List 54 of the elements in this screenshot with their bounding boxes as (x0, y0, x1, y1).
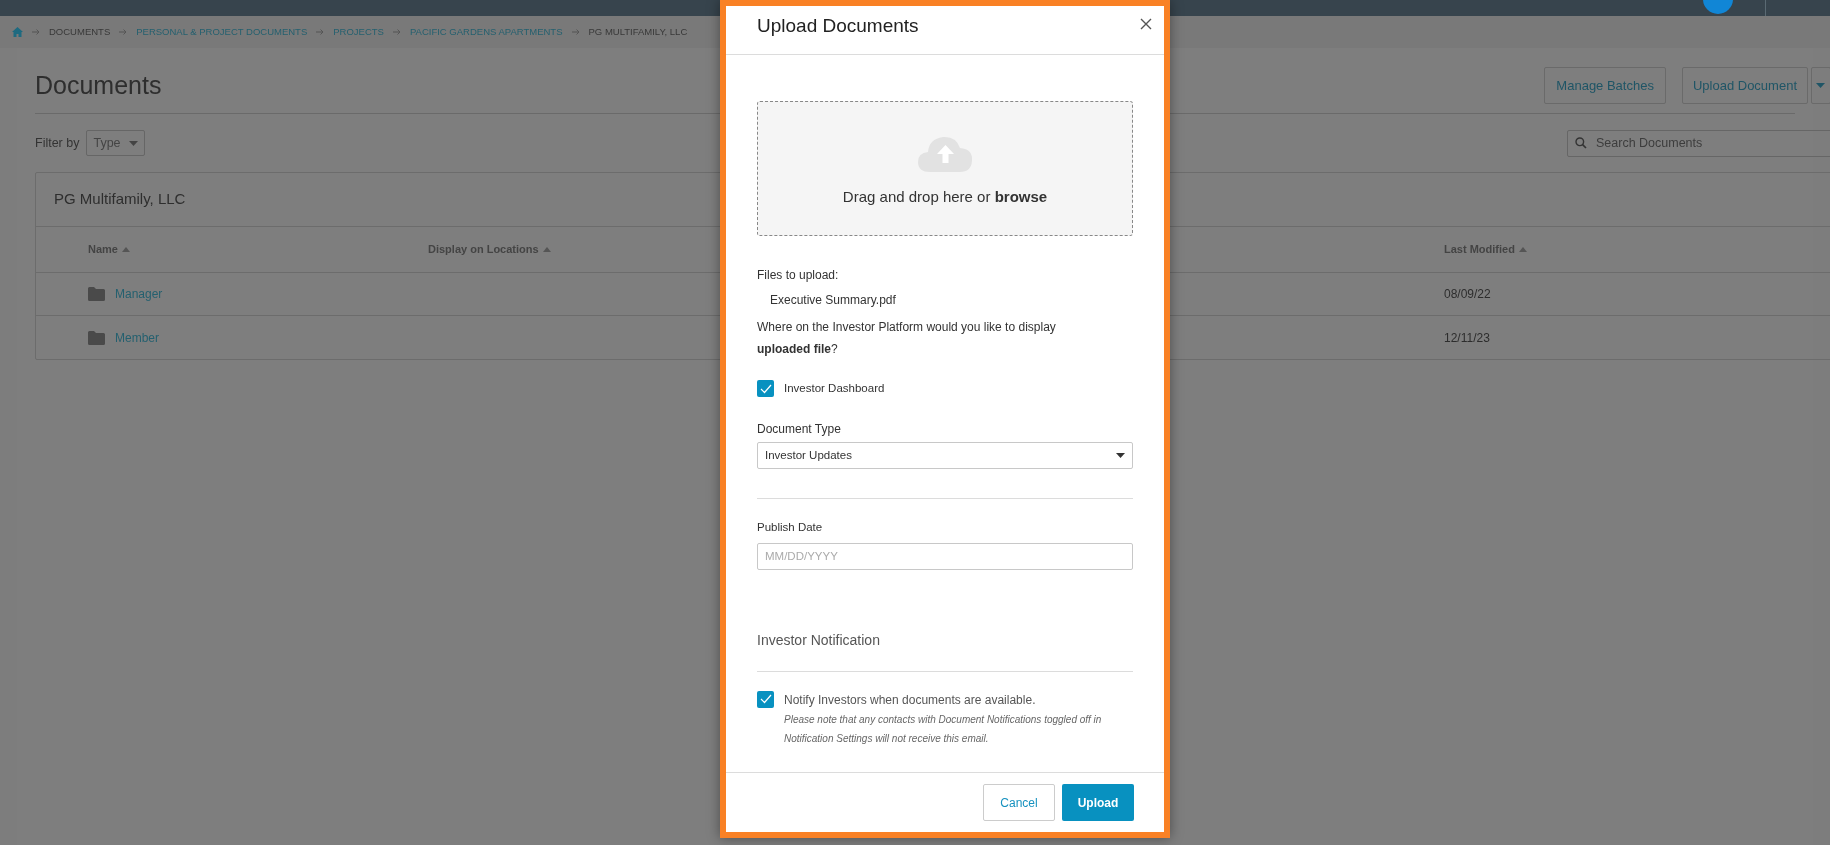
folder-icon (88, 330, 105, 345)
publish-date-field[interactable]: MM/DD/YYYY (757, 542, 1133, 570)
breadcrumb-link[interactable]: PROJECTS (333, 24, 384, 40)
breadcrumb-link[interactable]: PACIFIC GARDENS APARTMENTS (409, 24, 563, 40)
cloud-upload-icon (917, 134, 973, 173)
table-cell-text: 08/09/22 (1444, 286, 1491, 303)
column-header[interactable]: Last Modified (1444, 241, 1515, 258)
folder-link[interactable]: Member (115, 328, 159, 347)
breadcrumb-link[interactable]: PERSONAL & PROJECT DOCUMENTS (136, 24, 308, 40)
file-name: Executive Summary.pdf (769, 292, 897, 309)
caret-icon (128, 140, 138, 146)
type-filter-dropdown[interactable]: Type (86, 130, 145, 156)
folder-link[interactable]: Manager (115, 285, 163, 303)
field-label: Publish Date (757, 520, 824, 536)
checkbox-label: Investor Dashboard (784, 381, 885, 396)
checkbox[interactable] (757, 690, 774, 708)
dialog-title: Upload Documents (757, 14, 919, 38)
checkbox[interactable] (757, 380, 774, 398)
close-icon[interactable] (1140, 18, 1152, 30)
checkbox-label: Notify Investors when documents are available. (784, 691, 1037, 709)
breadcrumb-item: DOCUMENTS (49, 24, 111, 39)
filter-label: Filter by (35, 134, 80, 152)
sort-icon[interactable] (542, 247, 551, 252)
arrow-icon (571, 29, 580, 35)
card-title: PG Multifamily, LLC (54, 189, 186, 210)
document-type-select[interactable]: Investor Updates (757, 442, 1133, 470)
arrow-icon (32, 29, 40, 35)
column-header[interactable]: Name (88, 241, 118, 258)
dropzone[interactable]: Drag and drop here or browse (757, 101, 1133, 236)
table-cell-text: 12/11/23 (1444, 329, 1490, 347)
caret-icon (1816, 83, 1825, 88)
column-header[interactable]: Display on Locations (428, 241, 539, 258)
arrow-icon (392, 29, 401, 35)
page-title: Documents (35, 69, 162, 101)
manage-batches-button[interactable]: Manage Batches (1544, 67, 1666, 104)
search-field[interactable]: Search Documents (1567, 129, 1830, 157)
upload-document-button[interactable]: Upload Document (1681, 67, 1808, 104)
sort-icon[interactable] (121, 247, 130, 252)
files-label: Files to upload: (757, 267, 840, 284)
search-icon (1575, 136, 1587, 149)
upload-button[interactable]: Upload (1062, 784, 1134, 821)
cancel-button[interactable]: Cancel (983, 784, 1055, 821)
dropdown-button[interactable] (1811, 67, 1830, 104)
arrow-icon (316, 29, 325, 35)
field-label: Document Type (757, 421, 842, 439)
caret-icon (1116, 453, 1125, 459)
notification-note: Please note that any contacts with Document Notifications toggled off in Notification Settings will not receive this email. (784, 712, 1103, 746)
dropzone-text: Drag and drop here or browse (842, 186, 1048, 207)
home-icon[interactable] (12, 27, 23, 37)
section-heading: Investor Notification (757, 630, 881, 650)
sort-icon[interactable] (1518, 247, 1527, 252)
arrow-icon (119, 29, 128, 35)
display-question: Where on the Investor Platform would you like to display uploaded file? (757, 319, 1057, 358)
folder-icon (88, 287, 105, 301)
